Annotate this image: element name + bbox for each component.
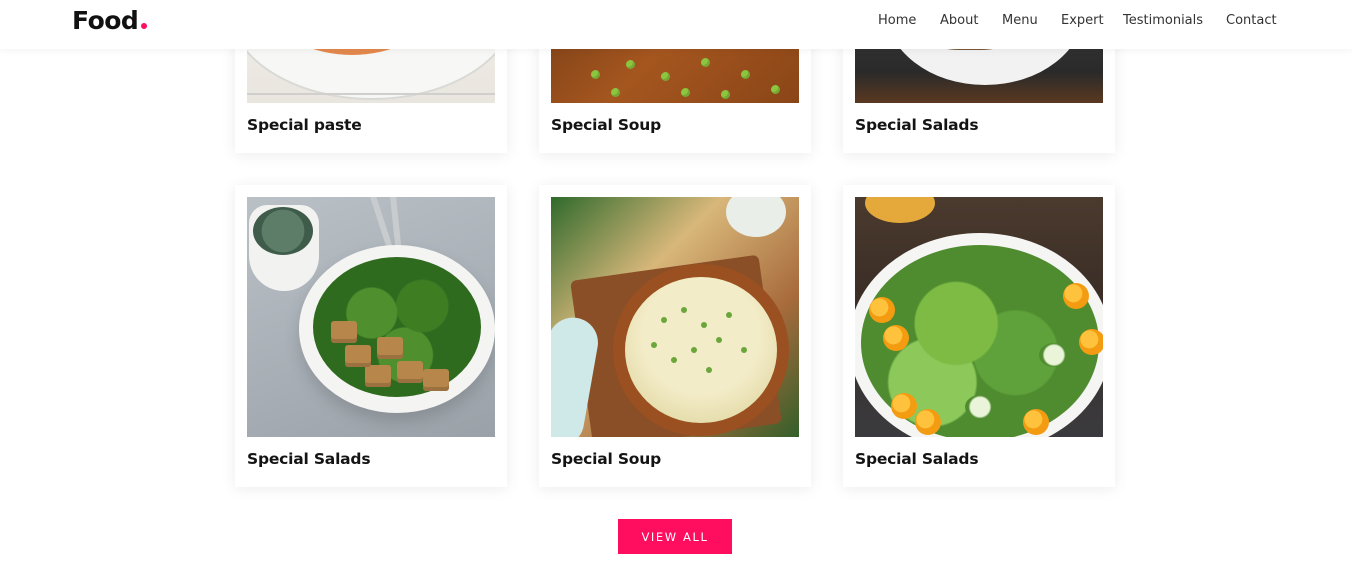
menu-card-title: Special Salads <box>247 450 371 468</box>
logo-dot-icon <box>141 23 147 29</box>
site-header: Food Home About Menu Expert Testimonials… <box>0 0 1352 49</box>
nav-item-menu[interactable]: Menu <box>1002 13 1038 28</box>
menu-card-title: Special Salads <box>855 450 979 468</box>
nav-item-home[interactable]: Home <box>878 13 916 28</box>
menu-section: Special paste Special Soup Special Salad… <box>0 0 1352 566</box>
menu-card-title: Special Salads <box>855 116 979 134</box>
menu-card-title: Special Soup <box>551 116 661 134</box>
menu-card[interactable]: Special Salads <box>843 185 1115 487</box>
nav-item-contact[interactable]: Contact <box>1226 13 1277 28</box>
nav-item-testimonials[interactable]: Testimonials <box>1123 13 1203 28</box>
menu-card-image-miso-soup <box>551 197 799 437</box>
nav-item-expert[interactable]: Expert <box>1061 13 1104 28</box>
menu-card-image-vegetable-salad <box>855 197 1103 437</box>
menu-card[interactable]: Special Soup <box>539 185 811 487</box>
site-logo[interactable]: Food <box>72 6 139 35</box>
nav-item-about[interactable]: About <box>940 13 978 28</box>
menu-card-title: Special Soup <box>551 450 661 468</box>
view-all-button[interactable]: VIEW ALL <box>618 519 732 554</box>
menu-card[interactable]: Special Salads <box>235 185 507 487</box>
menu-card-title: Special paste <box>247 116 362 134</box>
menu-card-image-tofu-bowl <box>247 197 495 437</box>
